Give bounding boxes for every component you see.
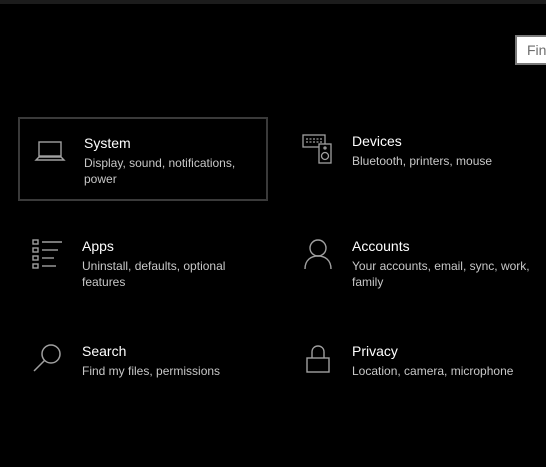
tile-accounts[interactable]: Accounts Your accounts, email, sync, wor… — [288, 222, 538, 306]
search-input[interactable]: Fin — [515, 35, 546, 65]
tile-title: Apps — [82, 238, 114, 254]
tile-privacy[interactable]: Privacy Location, camera, microphone — [288, 327, 538, 411]
tile-description: Location, camera, microphone — [352, 364, 514, 378]
tile-description: Your accounts, email, sync, work, family — [352, 259, 530, 289]
tile-title: Accounts — [352, 238, 410, 254]
tile-title: Search — [82, 343, 127, 359]
app-list-icon — [32, 238, 64, 270]
tile-description: Bluetooth, printers, mouse — [352, 154, 493, 168]
tile-apps[interactable]: Apps Uninstall, defaults, optional featu… — [18, 222, 268, 306]
tile-search[interactable]: Search Find my files, permissions — [18, 327, 268, 411]
magnifier-icon — [32, 343, 64, 375]
tile-title: System — [84, 135, 131, 151]
tile-devices[interactable]: Devices Bluetooth, printers, mouse — [288, 117, 538, 201]
person-icon — [302, 238, 334, 270]
keyboard-speaker-icon — [302, 133, 334, 165]
tile-description: Find my files, permissions — [82, 364, 221, 378]
tile-system[interactable]: System Display, sound, notifications, po… — [18, 117, 268, 201]
tile-title: Devices — [352, 133, 402, 149]
lock-icon — [302, 343, 334, 375]
tile-title: Privacy — [352, 343, 398, 359]
laptop-icon — [34, 135, 66, 167]
tile-description: Display, sound, notifications, power — [84, 156, 236, 186]
title-bar — [0, 0, 546, 4]
tile-description: Uninstall, defaults, optional features — [82, 259, 226, 289]
settings-home: Fin System Display, sound, notifications… — [0, 0, 546, 467]
